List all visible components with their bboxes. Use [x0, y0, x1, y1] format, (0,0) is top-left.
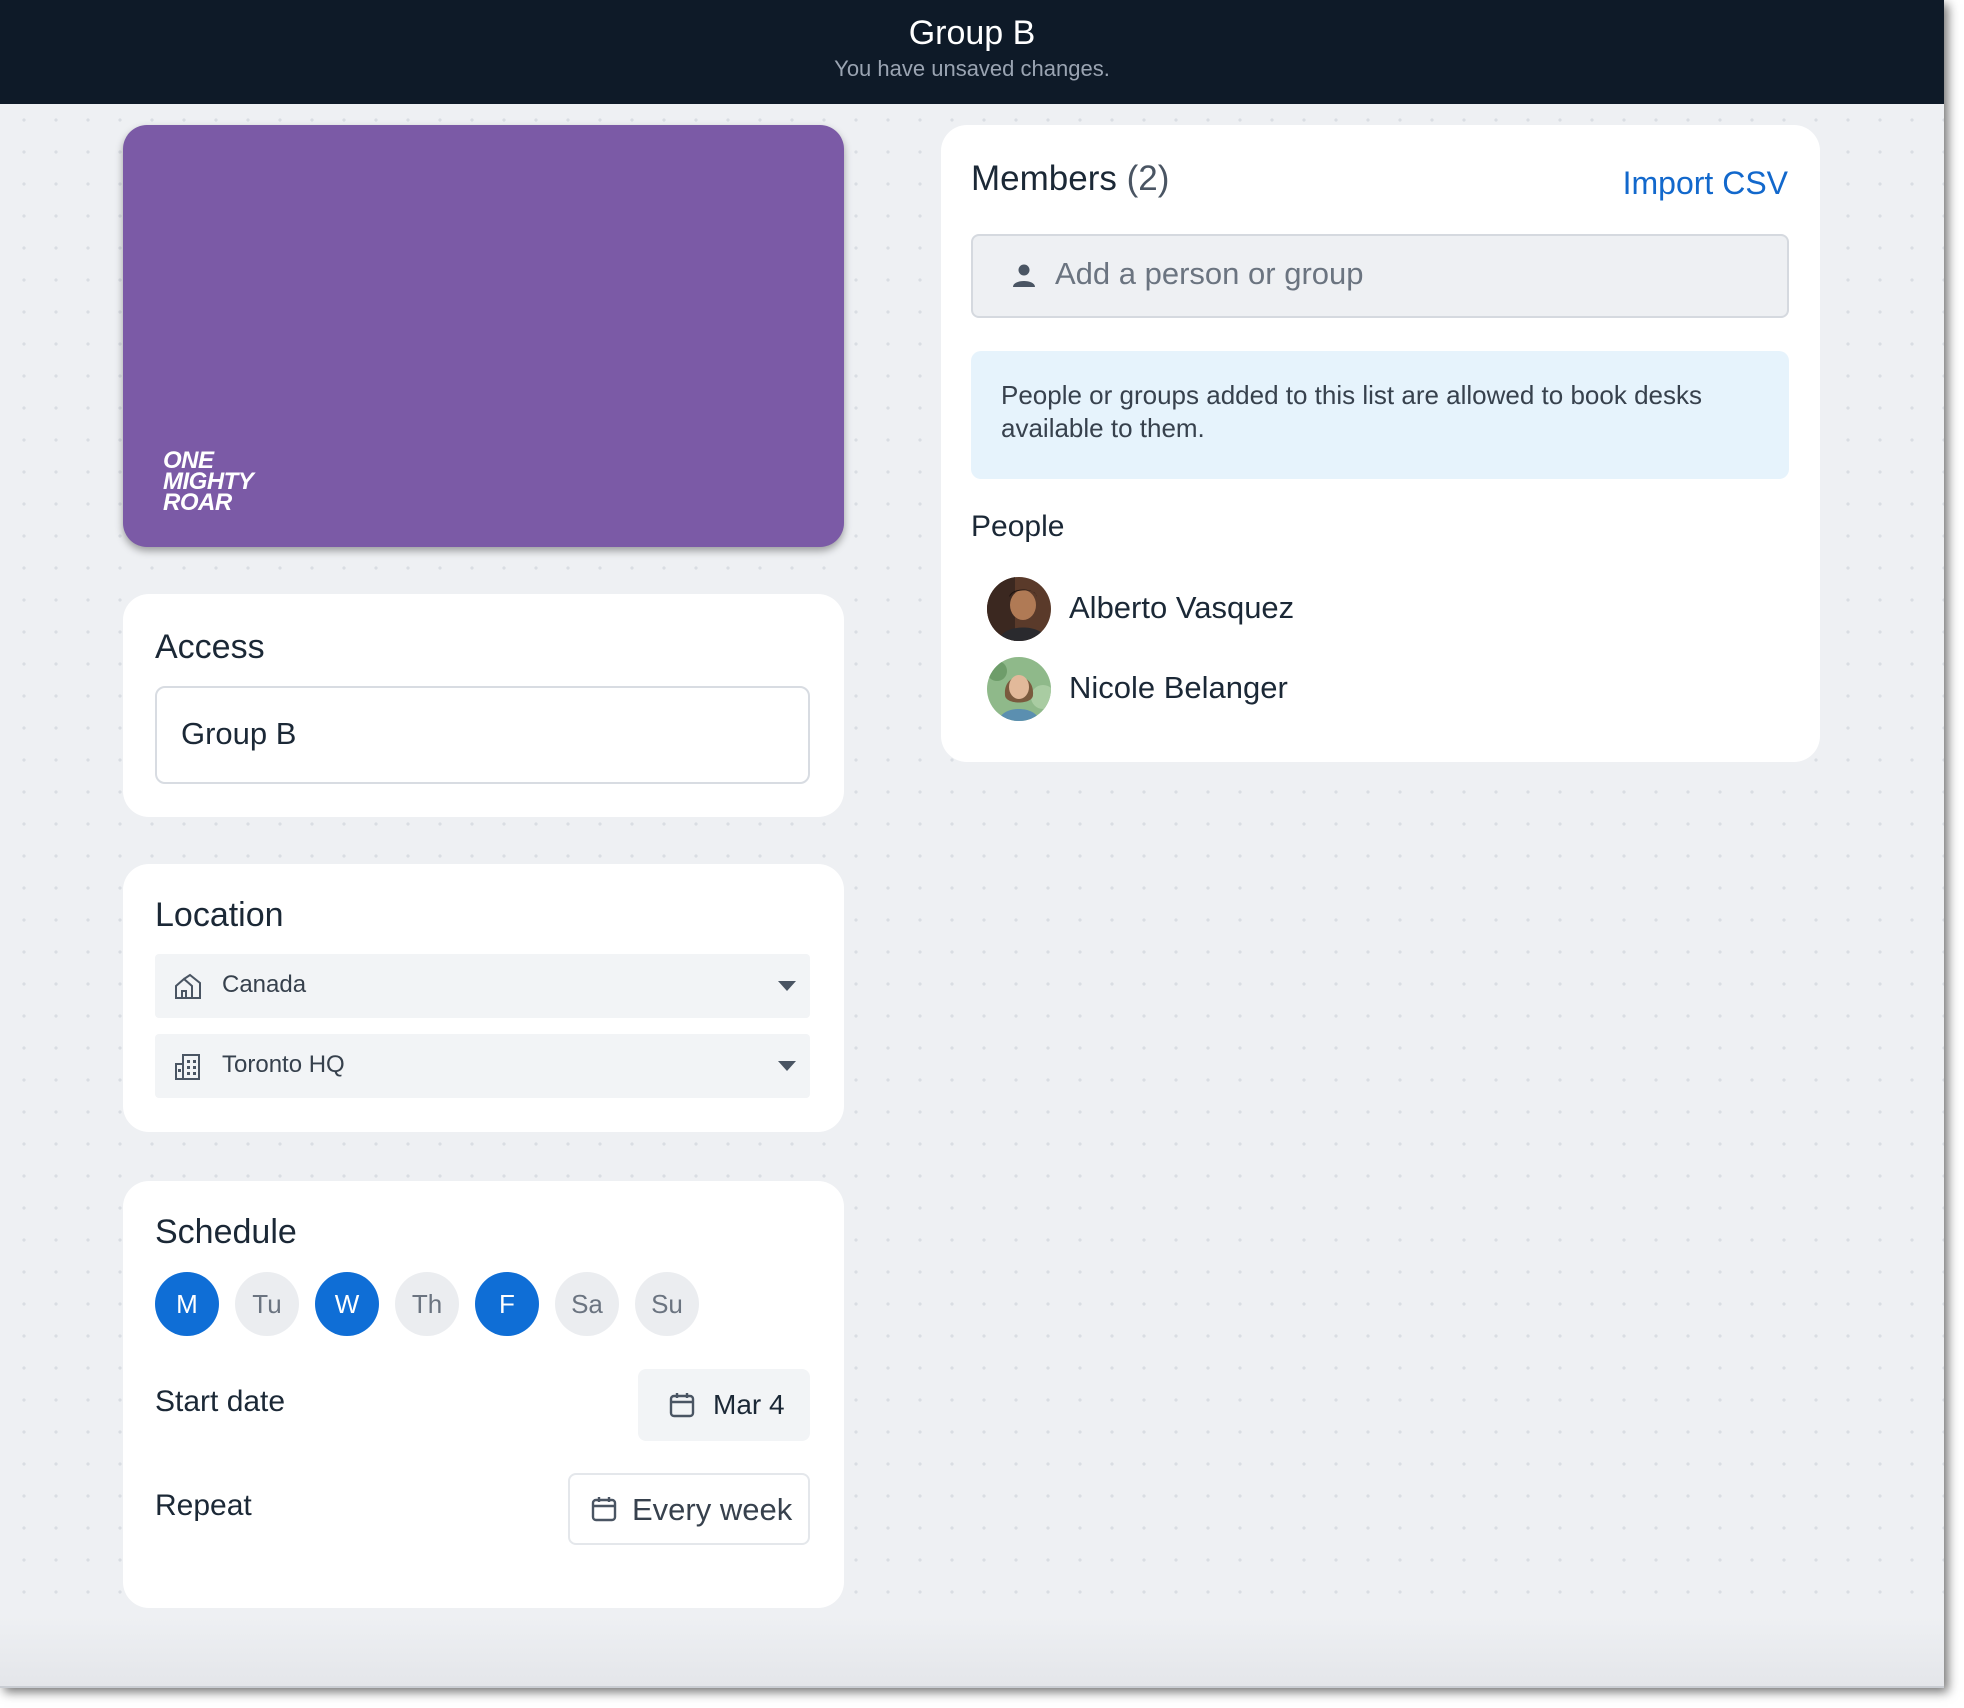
repeat-button[interactable]: Every week: [568, 1473, 810, 1545]
members-count: (2): [1126, 159, 1170, 198]
location-card: Location Canada Toronto HQ: [123, 864, 844, 1132]
chevron-down-icon: [778, 1061, 796, 1071]
start-date-value: Mar 4: [713, 1389, 785, 1420]
calendar-icon: [669, 1393, 695, 1418]
location-title: Location: [155, 896, 284, 934]
people-section-label: People: [971, 510, 1065, 543]
members-info-banner: People or groups added to this list are …: [971, 351, 1789, 479]
schedule-title: Schedule: [155, 1213, 297, 1251]
region-select[interactable]: Canada: [155, 954, 810, 1018]
region-select-value: Canada: [222, 971, 307, 998]
page-header: Group B You have unsaved changes.: [0, 0, 1944, 104]
access-card: Access Group B: [123, 594, 844, 817]
day-toggle-tuesday[interactable]: Tu: [235, 1272, 299, 1336]
day-toggle-saturday[interactable]: Sa: [555, 1272, 619, 1336]
app-window: Group B You have unsaved changes. ONE MI…: [0, 0, 1944, 1688]
day-toggle-monday[interactable]: M: [155, 1272, 219, 1336]
bottom-bar: [0, 1616, 1944, 1688]
start-date-button[interactable]: Mar 4: [638, 1369, 810, 1441]
members-card: Members (2) Import CSV Add a person or g…: [941, 125, 1820, 762]
person-name: Nicole Belanger: [1069, 670, 1288, 705]
page-title: Group B: [908, 14, 1036, 52]
group-cover-card[interactable]: ONE MIGHTY ROAR: [123, 125, 844, 547]
add-member-placeholder: Add a person or group: [1055, 256, 1364, 291]
day-toggle-sunday[interactable]: Su: [635, 1272, 699, 1336]
unsaved-changes-notice: You have unsaved changes.: [834, 56, 1110, 81]
person-name: Alberto Vasquez: [1069, 590, 1295, 625]
person-row[interactable]: Nicole Belanger: [987, 657, 1387, 721]
day-toggle-wednesday[interactable]: W: [315, 1272, 379, 1336]
avatar: [987, 577, 1051, 641]
schedule-card: Schedule M Tu W Th F Sa Su Start date Ma…: [123, 1181, 844, 1608]
repeat-value: Every week: [632, 1492, 793, 1527]
repeat-label: Repeat: [155, 1489, 252, 1522]
calendar-icon: [591, 1497, 617, 1522]
access-title: Access: [155, 628, 265, 666]
building-select[interactable]: Toronto HQ: [155, 1034, 810, 1098]
brand-logo: ONE MIGHTY ROAR: [163, 447, 254, 516]
day-toggle-thursday[interactable]: Th: [395, 1272, 459, 1336]
members-title: Members (2): [971, 159, 1170, 198]
import-csv-link[interactable]: Import CSV: [1623, 165, 1788, 202]
region-icon: [175, 973, 201, 999]
building-icon: [175, 1054, 200, 1080]
person-row[interactable]: Alberto Vasquez: [987, 577, 1387, 641]
person-icon: [1013, 264, 1035, 287]
group-name-input[interactable]: Group B: [155, 686, 810, 784]
building-select-value: Toronto HQ: [222, 1051, 345, 1078]
add-member-input[interactable]: Add a person or group: [971, 234, 1789, 318]
avatar: [987, 657, 1051, 721]
chevron-down-icon: [778, 981, 796, 991]
start-date-label: Start date: [155, 1385, 286, 1418]
day-toggle-friday[interactable]: F: [475, 1272, 539, 1336]
